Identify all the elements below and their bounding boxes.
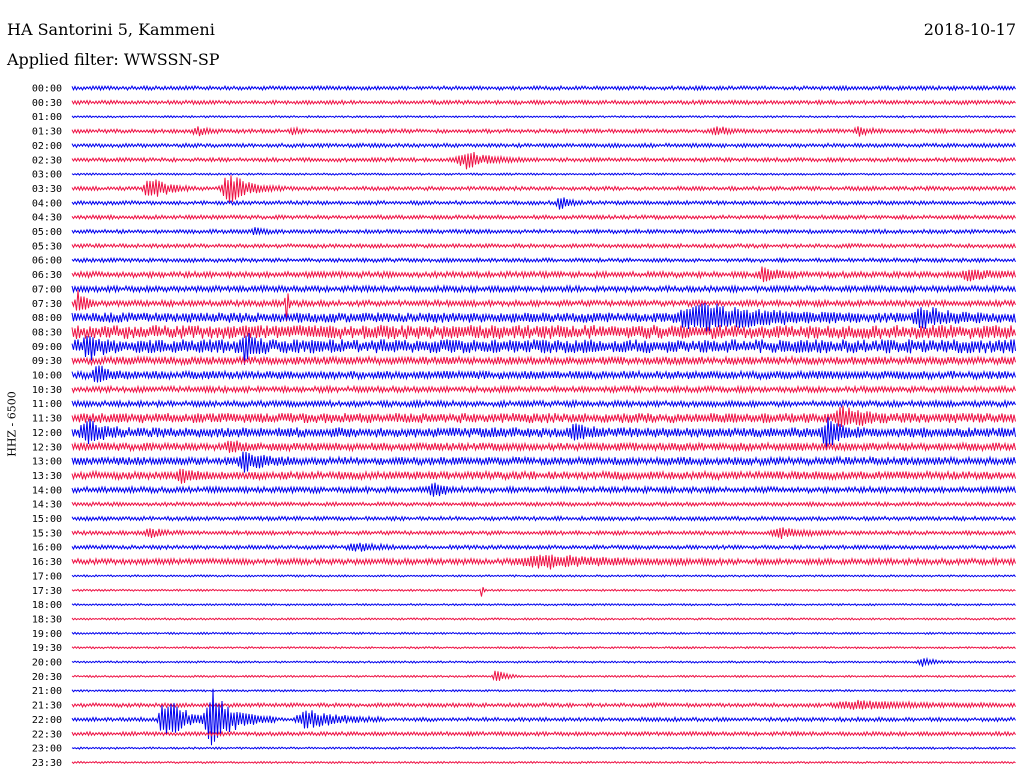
seismogram-trace-row xyxy=(71,468,1016,484)
row-time-label: 04:30 xyxy=(32,213,62,224)
row-time-label: 11:00 xyxy=(32,399,62,410)
seismogram-trace-row xyxy=(71,746,1016,750)
row-time-label: 02:00 xyxy=(32,141,62,152)
seismogram-trace-row xyxy=(71,617,1016,621)
seismogram-trace-row xyxy=(71,197,1016,210)
row-time-label: 21:00 xyxy=(32,686,62,697)
row-time-label: 03:30 xyxy=(32,184,62,195)
row-time-label: 10:30 xyxy=(32,385,62,396)
row-time-label: 10:00 xyxy=(32,371,62,382)
seismogram-trace-row xyxy=(71,656,1016,667)
seismogram-trace-row xyxy=(71,631,1016,636)
row-time-label: 06:30 xyxy=(32,270,62,281)
seismogram-trace-row xyxy=(71,354,1016,367)
seismogram-trace-row xyxy=(71,142,1016,149)
seismogram-trace-row xyxy=(71,266,1016,283)
row-time-label: 16:30 xyxy=(32,557,62,568)
seismogram-trace-row xyxy=(71,175,1016,203)
seismogram-trace-row xyxy=(71,574,1016,578)
row-time-label: 18:30 xyxy=(32,614,62,625)
row-time-label: 23:00 xyxy=(32,744,62,755)
row-time-label: 13:30 xyxy=(32,471,62,482)
row-time-label: 14:00 xyxy=(32,485,62,496)
seismogram-trace-row xyxy=(71,451,1016,473)
seismogram-trace-row xyxy=(71,227,1016,236)
row-time-label: 09:30 xyxy=(32,356,62,367)
row-time-label: 18:00 xyxy=(32,600,62,611)
seismogram-trace-row xyxy=(71,213,1016,221)
seismogram-trace-row xyxy=(71,670,1016,682)
seismogram-trace-row xyxy=(71,760,1016,765)
row-time-label: 17:00 xyxy=(32,571,62,582)
row-time-label: 00:30 xyxy=(32,98,62,109)
seismogram-trace-row xyxy=(71,688,1016,746)
row-time-label: 15:00 xyxy=(32,514,62,525)
seismogram-trace-row xyxy=(71,84,1016,92)
row-time-label: 11:30 xyxy=(32,414,62,425)
row-time-label: 07:30 xyxy=(32,299,62,310)
row-time-label: 05:00 xyxy=(32,227,62,238)
seismogram-trace-row xyxy=(71,114,1016,119)
seismogram-trace-row xyxy=(71,99,1016,106)
seismogram-trace-row xyxy=(71,602,1016,607)
seismogram-trace-row xyxy=(71,482,1016,497)
row-time-label: 07:00 xyxy=(32,284,62,295)
row-time-label: 20:30 xyxy=(32,672,62,683)
seismogram-trace-row xyxy=(71,365,1016,383)
seismogram-trace-row xyxy=(71,542,1016,552)
seismogram-trace-row xyxy=(71,554,1016,570)
row-time-label: 05:30 xyxy=(32,241,62,252)
row-time-label: 19:00 xyxy=(32,629,62,640)
seismogram-trace-row xyxy=(71,125,1016,137)
row-time-label: 17:30 xyxy=(32,586,62,597)
row-time-label: 02:30 xyxy=(32,155,62,166)
row-time-label: 23:30 xyxy=(32,758,62,769)
row-time-label: 00:00 xyxy=(32,84,62,95)
row-time-label: 21:30 xyxy=(32,701,62,712)
seismogram-trace-row xyxy=(71,324,1016,339)
row-time-label: 01:00 xyxy=(32,112,62,123)
seismogram-trace-row xyxy=(71,152,1016,170)
seismogram-trace-row xyxy=(71,440,1016,453)
row-time-label: 16:00 xyxy=(32,543,62,554)
row-time-label: 19:30 xyxy=(32,643,62,654)
row-time-label: 22:30 xyxy=(32,729,62,740)
row-time-label: 03:00 xyxy=(32,170,62,181)
seismogram-trace-row xyxy=(71,405,1016,428)
seismogram-trace-row xyxy=(71,384,1016,395)
seismogram-trace-row xyxy=(71,515,1016,522)
row-time-label: 20:00 xyxy=(32,658,62,669)
seismogram-trace-row xyxy=(71,645,1016,650)
seismogram-trace-row xyxy=(71,302,1016,332)
seismogram-trace-row xyxy=(71,172,1016,176)
row-time-label: 14:30 xyxy=(32,500,62,511)
seismogram-trace-row xyxy=(71,284,1016,294)
seismogram-trace-row xyxy=(71,527,1016,539)
seismogram-trace-row xyxy=(71,730,1016,738)
row-time-label: 04:00 xyxy=(32,198,62,209)
row-time-label: 08:30 xyxy=(32,327,62,338)
seismogram-trace-row xyxy=(71,398,1016,409)
row-time-label: 01:30 xyxy=(32,127,62,138)
seismogram-trace-row xyxy=(71,500,1016,508)
seismogram-trace-row xyxy=(71,242,1016,250)
row-time-label: 09:00 xyxy=(32,342,62,353)
seismogram-trace-row xyxy=(71,587,1016,597)
row-time-label: 15:30 xyxy=(32,528,62,539)
row-time-label: 12:30 xyxy=(32,442,62,453)
row-time-label: 06:00 xyxy=(32,256,62,267)
row-time-label: 12:00 xyxy=(32,428,62,439)
row-time-label: 22:00 xyxy=(32,715,62,726)
helicorder-chart: 00:00 00:30 01:00 01:30 02:00 02:30 03:00 03:30… xyxy=(32,84,1016,769)
row-time-label: 13:00 xyxy=(32,457,62,468)
seismogram-trace-row xyxy=(71,256,1016,264)
row-time-label: 08:00 xyxy=(32,313,62,324)
